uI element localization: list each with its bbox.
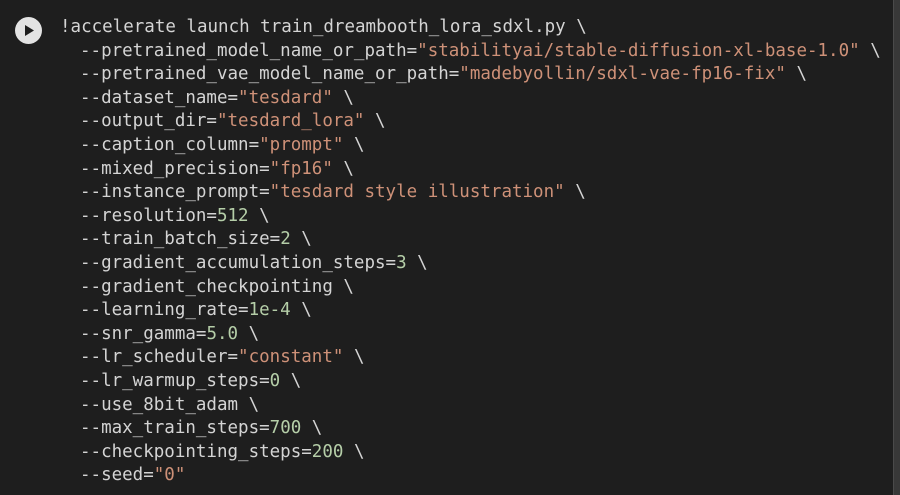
argument-flag: --train_batch_size= [80, 229, 281, 250]
argument-flag: --snr_gamma= [80, 323, 207, 344]
line-continuation: \ [343, 347, 365, 368]
line-continuation: \ [859, 40, 881, 61]
argument-value: 3 [396, 252, 407, 273]
command-line: !accelerate launch train_dreambooth_lora… [60, 16, 881, 40]
argument-value: "constant" [238, 347, 344, 368]
line-continuation: \ [248, 205, 270, 226]
argument-flag: --pretrained_model_name_or_path= [80, 40, 418, 61]
argument-value: "stabilityai/stable-diffusion-xl-base-1.… [417, 40, 860, 61]
argument-flag: --gradient_accumulation_steps= [80, 252, 397, 273]
argument-flag: --caption_column= [80, 134, 260, 155]
argument-line: --use_8bit_adam \ [60, 394, 881, 418]
argument-line: --resolution=512 \ [60, 205, 881, 229]
line-continuation: \ [332, 87, 354, 108]
argument-line: --checkpointing_steps=200 \ [60, 441, 881, 465]
code-editor[interactable]: !accelerate launch train_dreambooth_lora… [0, 0, 894, 495]
argument-flag: --resolution= [80, 205, 217, 226]
argument-value: 0 [269, 370, 281, 391]
line-continuation: \ [301, 418, 323, 439]
argument-flag: --instance_prompt= [80, 182, 270, 203]
argument-flag: --output_dir= [80, 111, 217, 132]
argument-line: --pretrained_vae_model_name_or_path="mad… [60, 63, 881, 87]
line-continuation: \ [785, 64, 807, 85]
argument-line: --mixed_precision="fp16" \ [60, 158, 881, 182]
argument-value: "prompt" [259, 134, 344, 155]
argument-line: --output_dir="tesdard_lora" \ [60, 110, 881, 134]
argument-value: 512 [216, 205, 249, 226]
code-block[interactable]: !accelerate launch train_dreambooth_lora… [60, 16, 881, 488]
argument-line: --max_train_steps=700 \ [60, 417, 881, 441]
argument-value: "tesdard style illustration" [269, 182, 565, 203]
argument-line: --gradient_accumulation_steps=3 \ [60, 252, 881, 276]
argument-lines: --pretrained_model_name_or_path="stabili… [60, 40, 881, 488]
line-continuation: \ [290, 300, 312, 321]
line-continuation: \ [332, 158, 354, 179]
argument-value: 1e-4 [248, 300, 291, 321]
argument-flag: --lr_scheduler= [80, 347, 239, 368]
line-continuation: \ [238, 323, 260, 344]
line-continuation: \ [343, 134, 365, 155]
argument-line: --seed="0" [60, 464, 881, 488]
argument-value: "0" [153, 465, 186, 486]
line-continuation: \ [280, 370, 302, 391]
argument-flag: --seed= [80, 465, 154, 486]
argument-value: "fp16" [269, 158, 333, 179]
line-continuation: \ [406, 252, 428, 273]
argument-flag: --pretrained_vae_model_name_or_path= [80, 64, 460, 85]
argument-flag: --learning_rate= [80, 300, 249, 321]
play-icon [24, 25, 34, 36]
argument-value: 700 [269, 418, 302, 439]
argument-value: "tesdard_lora" [216, 111, 365, 132]
argument-line: --train_batch_size=2 \ [60, 228, 881, 252]
run-cell-button[interactable] [15, 17, 42, 44]
argument-flag: --gradient_checkpointing [80, 276, 333, 297]
line-continuation: \ [290, 229, 312, 250]
argument-line: --learning_rate=1e-4 \ [60, 299, 881, 323]
line-continuation: \ [332, 276, 354, 297]
argument-flag: --lr_warmup_steps= [80, 370, 270, 391]
command-text: !accelerate launch train_dreambooth_lora… [60, 17, 587, 37]
argument-value: 2 [280, 229, 291, 250]
argument-value: "madebyollin/sdxl-vae-fp16-fix" [459, 64, 786, 85]
argument-line: --pretrained_model_name_or_path="stabili… [60, 40, 881, 64]
line-continuation: \ [364, 111, 386, 132]
line-continuation: \ [238, 394, 260, 415]
argument-flag: --max_train_steps= [80, 418, 270, 439]
line-continuation: \ [564, 182, 586, 203]
argument-value: "tesdard" [238, 87, 333, 108]
argument-line: --dataset_name="tesdard" \ [60, 87, 881, 111]
argument-value: 5.0 [206, 323, 239, 344]
argument-flag: --checkpointing_steps= [80, 441, 312, 462]
argument-flag: --dataset_name= [80, 87, 239, 108]
argument-flag: --mixed_precision= [80, 158, 270, 179]
line-continuation: \ [343, 441, 365, 462]
argument-line: --caption_column="prompt" \ [60, 134, 881, 158]
argument-flag: --use_8bit_adam [80, 394, 239, 415]
argument-line: --lr_scheduler="constant" \ [60, 346, 881, 370]
notebook-code-cell: !accelerate launch train_dreambooth_lora… [0, 0, 900, 495]
argument-line: --instance_prompt="tesdard style illustr… [60, 181, 881, 205]
argument-line: --gradient_checkpointing \ [60, 276, 881, 300]
argument-value: 200 [311, 441, 344, 462]
argument-line: --lr_warmup_steps=0 \ [60, 370, 881, 394]
argument-line: --snr_gamma=5.0 \ [60, 323, 881, 347]
